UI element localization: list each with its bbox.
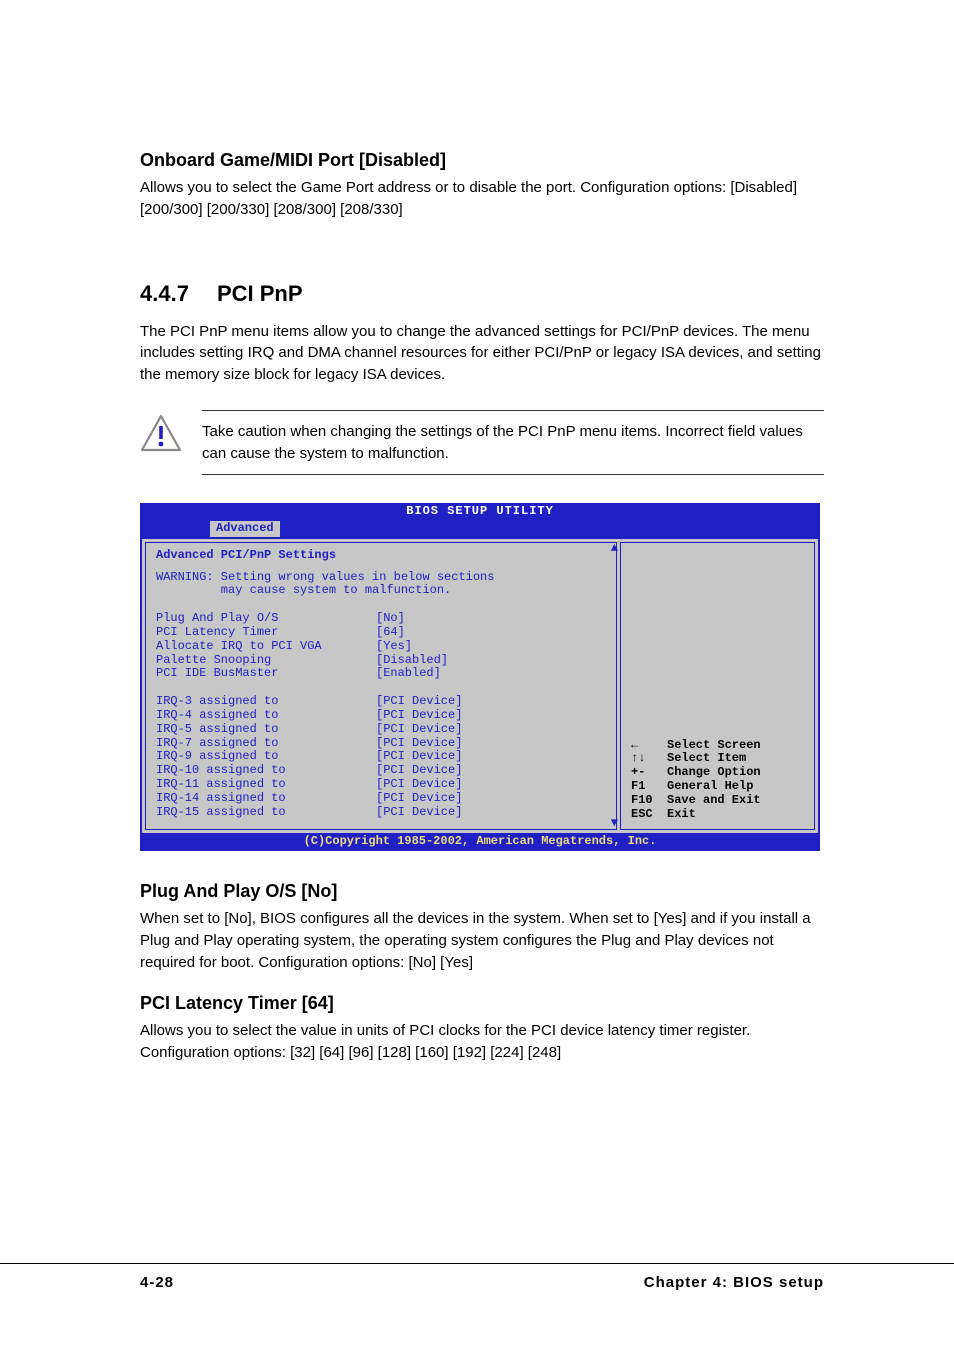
bios-copyright: (C)Copyright 1985-2002, American Megatre… bbox=[140, 833, 820, 851]
bios-nav-row: ↑↓Select Item bbox=[631, 752, 806, 766]
bios-irq-row: IRQ-4 assigned to[PCI Device] bbox=[156, 709, 606, 723]
bios-irq-row: IRQ-15 assigned to[PCI Device] bbox=[156, 806, 606, 820]
bios-setting-row: PCI Latency Timer[64] bbox=[156, 626, 606, 640]
bios-nav-row: ←Select Screen bbox=[631, 739, 806, 753]
bios-irq-row: IRQ-9 assigned to[PCI Device] bbox=[156, 750, 606, 764]
caution-icon bbox=[140, 414, 182, 452]
page-footer: 4-28 Chapter 4: BIOS setup bbox=[0, 1263, 954, 1291]
section-number: 4.4.7 bbox=[140, 281, 189, 306]
bios-tab-advanced: Advanced bbox=[210, 521, 280, 537]
heading-pci-pnp: 4.4.7 PCI PnP bbox=[140, 281, 824, 307]
bios-nav-row: F10Save and Exit bbox=[631, 794, 806, 808]
bios-nav-help: ←Select Screen ↑↓Select Item +-Change Op… bbox=[631, 739, 806, 822]
section-title: PCI PnP bbox=[217, 281, 303, 306]
bios-nav-row: F1General Help bbox=[631, 780, 806, 794]
caution-text: Take caution when changing the settings … bbox=[202, 410, 824, 476]
scroll-up-icon: ▲ bbox=[611, 542, 618, 556]
page-number: 4-28 bbox=[140, 1274, 174, 1291]
bios-irq-row: IRQ-3 assigned to[PCI Device] bbox=[156, 695, 606, 709]
bios-setting-row: Palette Snooping[Disabled] bbox=[156, 654, 606, 668]
bios-irq-row: IRQ-11 assigned to[PCI Device] bbox=[156, 778, 606, 792]
caution-box: Take caution when changing the settings … bbox=[140, 410, 824, 476]
bios-title: BIOS SETUP UTILITY bbox=[140, 503, 820, 521]
body-pci-latency-timer: Allows you to select the value in units … bbox=[140, 1020, 824, 1064]
scroll-down-icon: ▼ bbox=[611, 817, 618, 831]
bios-body: ▲ Advanced PCI/PnP Settings WARNING: Set… bbox=[140, 539, 820, 834]
bios-section-title: Advanced PCI/PnP Settings bbox=[156, 549, 606, 563]
bios-settings-block: Plug And Play O/S[No] PCI Latency Timer[… bbox=[156, 612, 606, 681]
bios-irq-block: IRQ-3 assigned to[PCI Device] IRQ-4 assi… bbox=[156, 695, 606, 819]
chapter-label: Chapter 4: BIOS setup bbox=[644, 1274, 824, 1291]
body-plug-and-play-os: When set to [No], BIOS configures all th… bbox=[140, 908, 824, 973]
bios-tabbar: Advanced bbox=[140, 521, 820, 539]
bios-screenshot: BIOS SETUP UTILITY Advanced ▲ Advanced P… bbox=[140, 503, 820, 851]
bios-setting-row: Plug And Play O/S[No] bbox=[156, 612, 606, 626]
body-pci-pnp: The PCI PnP menu items allow you to chan… bbox=[140, 321, 824, 386]
body-onboard-game-midi: Allows you to select the Game Port addre… bbox=[140, 177, 824, 221]
heading-onboard-game-midi: Onboard Game/MIDI Port [Disabled] bbox=[140, 150, 824, 171]
bios-nav-row: +-Change Option bbox=[631, 766, 806, 780]
bios-irq-row: IRQ-14 assigned to[PCI Device] bbox=[156, 792, 606, 806]
bios-irq-row: IRQ-5 assigned to[PCI Device] bbox=[156, 723, 606, 737]
bios-left-pane: ▲ Advanced PCI/PnP Settings WARNING: Set… bbox=[145, 542, 617, 831]
bios-warning: WARNING: Setting wrong values in below s… bbox=[156, 571, 606, 599]
page-content: Onboard Game/MIDI Port [Disabled] Allows… bbox=[0, 0, 954, 1064]
heading-plug-and-play-os: Plug And Play O/S [No] bbox=[140, 881, 824, 902]
bios-irq-row: IRQ-10 assigned to[PCI Device] bbox=[156, 764, 606, 778]
heading-pci-latency-timer: PCI Latency Timer [64] bbox=[140, 993, 824, 1014]
bios-setting-row: Allocate IRQ to PCI VGA[Yes] bbox=[156, 640, 606, 654]
bios-irq-row: IRQ-7 assigned to[PCI Device] bbox=[156, 737, 606, 751]
bios-right-pane: ←Select Screen ↑↓Select Item +-Change Op… bbox=[620, 542, 815, 831]
bios-nav-row: ESCExit bbox=[631, 808, 806, 822]
bios-setting-row: PCI IDE BusMaster[Enabled] bbox=[156, 667, 606, 681]
